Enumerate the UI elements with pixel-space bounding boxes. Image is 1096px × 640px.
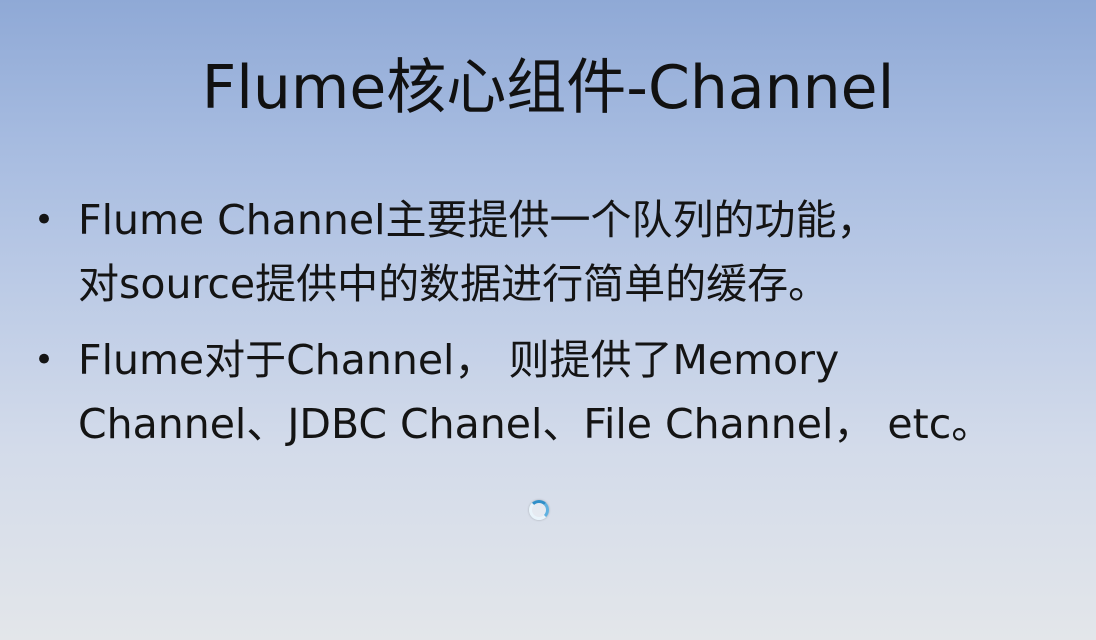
slide-title: Flume核心组件-Channel — [201, 53, 895, 123]
bullet-text-line: 对source提供中的数据进行简单的缓存。 — [78, 260, 830, 308]
bullet-text-line: Flume Channel主要提供一个队列的功能， — [78, 196, 878, 244]
bullet-text-line: Channel、JDBC Chanel、File Channel， etc。 — [78, 400, 993, 448]
loading-spinner-icon — [529, 500, 549, 520]
bullet-marker: • — [34, 340, 55, 380]
bullet-text-line: Flume对于Channel， 则提供了Memory — [78, 336, 840, 384]
bullet-marker: • — [34, 200, 55, 240]
bullet-item: • Flume对于Channel， 则提供了Memory Channel、JDB… — [30, 328, 1070, 456]
presentation-slide: Flume核心组件-Channel • Flume Channel主要提供一个队… — [0, 0, 1096, 640]
bullet-list: • Flume Channel主要提供一个队列的功能， 对source提供中的数… — [30, 188, 1070, 468]
bullet-item: • Flume Channel主要提供一个队列的功能， 对source提供中的数… — [30, 188, 1070, 316]
